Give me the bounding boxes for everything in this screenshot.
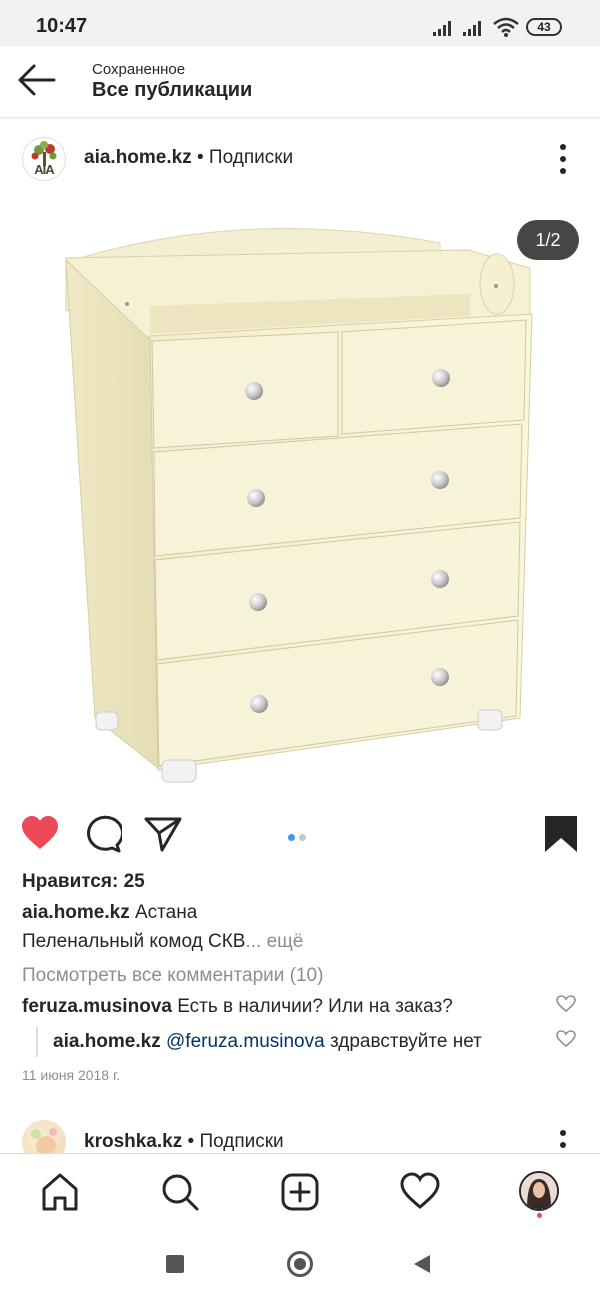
- post-actions: [0, 806, 600, 864]
- follow-status: • Подписки: [197, 147, 294, 168]
- wifi-icon: [493, 17, 519, 37]
- comment-icon[interactable]: [82, 814, 122, 854]
- author-username[interactable]: aia.home.kz: [84, 147, 192, 168]
- home-button-icon[interactable]: [287, 1251, 313, 1277]
- post-header: AIA aia.home.kz • Подписки: [0, 118, 600, 198]
- reply-mention[interactable]: @feruza.musinova: [166, 1031, 325, 1052]
- header-subtitle: Сохраненное: [92, 61, 186, 78]
- system-back-icon[interactable]: [413, 1254, 431, 1274]
- app-header: Сохраненное Все публикации: [0, 46, 600, 118]
- reply-username[interactable]: aia.home.kz: [53, 1031, 161, 1052]
- signal-icon: [433, 20, 455, 36]
- changing-dresser-image: [65, 228, 533, 783]
- reply-like-icon[interactable]: [556, 1030, 576, 1048]
- post-image[interactable]: 1/2: [0, 198, 600, 800]
- next-post-follow-status: • Подписки: [187, 1131, 284, 1152]
- bottom-nav: [0, 1153, 600, 1229]
- next-post-author[interactable]: kroshka.kz • Подписки: [84, 1131, 284, 1153]
- comment-like-icon[interactable]: [556, 995, 576, 1013]
- page-title: Все публикации: [92, 79, 253, 101]
- comment-username[interactable]: feruza.musinova: [22, 996, 172, 1017]
- reply-thread-line: [36, 1027, 38, 1057]
- post-location[interactable]: Астана: [135, 902, 197, 923]
- more-options-icon[interactable]: [556, 144, 570, 174]
- author-avatar[interactable]: AIA: [22, 137, 66, 181]
- likes-count[interactable]: Нравится: 25: [22, 871, 145, 893]
- comment-text: Есть в наличии? Или на заказ?: [177, 996, 453, 1017]
- home-icon[interactable]: [40, 1172, 80, 1212]
- like-heart-icon[interactable]: [20, 814, 60, 854]
- profile-photo-icon: [521, 1173, 557, 1209]
- caption-text: Пеленальный комод СКВ... ещё: [22, 931, 303, 953]
- caption-body: Пеленальный комод СКВ: [22, 931, 246, 952]
- system-nav-bar: [0, 1229, 600, 1299]
- caption-username[interactable]: aia.home.kz: [22, 902, 130, 923]
- reply-comment: aia.home.kz @feruza.musinova здравствуйт…: [53, 1031, 482, 1053]
- back-arrow-icon[interactable]: [14, 62, 58, 98]
- carousel-dot: [299, 834, 306, 841]
- saved-bookmark-icon[interactable]: [542, 814, 582, 854]
- notification-dot: [537, 1213, 542, 1218]
- comment: feruza.musinova Есть в наличии? Или на з…: [22, 996, 453, 1018]
- status-bar: 10:47 43: [0, 0, 600, 46]
- image-counter: 1/2: [517, 220, 579, 260]
- battery-indicator: 43: [526, 18, 562, 36]
- share-icon[interactable]: [143, 814, 183, 854]
- recent-apps-icon[interactable]: [166, 1255, 184, 1273]
- add-post-icon[interactable]: [280, 1172, 320, 1212]
- profile-avatar[interactable]: [519, 1171, 559, 1211]
- post-date: 11 июня 2018 г.: [22, 1067, 121, 1083]
- activity-heart-icon[interactable]: [400, 1172, 440, 1212]
- carousel-indicator: [288, 828, 310, 846]
- reply-text: здравствуйте нет: [329, 1031, 482, 1052]
- signal-icon: [463, 20, 485, 36]
- status-time: 10:47: [36, 15, 88, 37]
- post-author[interactable]: aia.home.kz • Подписки: [84, 147, 293, 169]
- carousel-dot-active: [288, 834, 295, 841]
- next-post-username[interactable]: kroshka.kz: [84, 1131, 182, 1152]
- caption-header: aia.home.kz Астана: [22, 902, 197, 924]
- search-icon[interactable]: [160, 1172, 200, 1212]
- view-all-comments-link[interactable]: Посмотреть все комментарии (10): [22, 965, 323, 987]
- logo-text: AIA: [34, 162, 54, 177]
- caption-more-link[interactable]: ... ещё: [245, 931, 303, 952]
